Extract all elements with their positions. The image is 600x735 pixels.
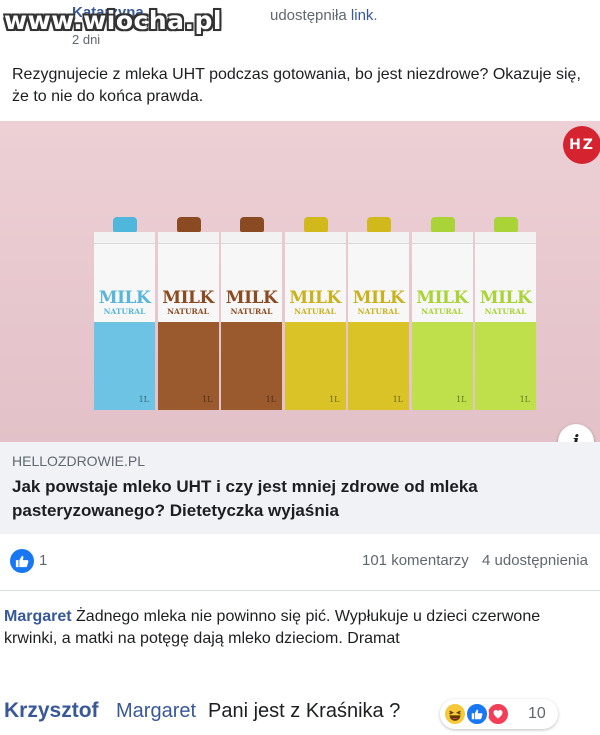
love-reaction-icon [486, 702, 510, 726]
carton-label: MILK [98, 288, 151, 308]
carton-label: MILK [225, 288, 278, 308]
milk-carton: MILK NATURAL 1L [348, 217, 409, 410]
carton-top [475, 232, 536, 244]
like-reaction-icon-small [465, 702, 489, 726]
carton-sublabel: NATURAL [357, 307, 400, 316]
carton-cap [367, 217, 391, 232]
carton-sublabel: NATURAL [167, 307, 209, 316]
carton-sublabel: NATURAL [230, 307, 273, 316]
heart-icon [493, 710, 503, 719]
carton-label: MILK [479, 288, 532, 308]
carton-volume: 1L [138, 395, 149, 404]
carton-cap [176, 217, 201, 232]
carton-sublabel: NATURAL [421, 307, 463, 316]
shared-prefix: udostępniła [270, 7, 351, 24]
carton-label: MILK [352, 288, 405, 308]
carton-top [348, 232, 409, 244]
milk-carton: MILK NATURAL 1L [221, 217, 282, 410]
link-preview-meta[interactable]: HELLOZDROWIE.PL Jak powstaje mleko UHT i… [0, 442, 600, 534]
link-domain: HELLOZDROWIE.PL [12, 453, 146, 469]
shared-link[interactable]: link [351, 7, 374, 24]
carton-volume: 1L [265, 395, 276, 404]
shared-text: udostępniła link. [270, 7, 378, 24]
carton-sublabel: NATURAL [484, 307, 527, 316]
like-count[interactable]: 1 [39, 552, 47, 569]
thumbs-up-icon [471, 709, 483, 720]
carton-volume: 1L [392, 395, 403, 404]
milk-carton: MILK NATURAL 1L [411, 217, 473, 410]
shares-count[interactable]: 4 udostępnienia [482, 552, 588, 569]
carton-top [94, 232, 155, 244]
carton-volume: 1L [202, 395, 213, 404]
milk-carton: MILK NATURAL 1L [475, 217, 536, 410]
haha-reaction-icon [443, 702, 467, 726]
carton-top [284, 232, 346, 244]
carton-label: MILK [162, 288, 214, 308]
carton-cap [494, 217, 518, 232]
post-body-text: Rezygnujecie z mleka UHT podczas gotowan… [12, 66, 581, 105]
carton-cap [240, 217, 264, 232]
reply-mention[interactable]: Margaret [116, 700, 196, 723]
thumbs-up-icon [15, 555, 29, 568]
link-preview-image[interactable]: MILK NATURAL 1L MILK NATURAL 1L MILK NATURAL 1L M… [0, 121, 600, 442]
comment-text: Żadnego mleka nie powinno się pić. Wypłu… [4, 608, 541, 647]
carton-top [221, 232, 282, 244]
reactions-bar: 1 101 komentarzy 4 udostępnienia [0, 540, 600, 580]
reply-author[interactable]: Krzysztof [4, 699, 99, 723]
shared-suffix: . [373, 7, 378, 24]
reply-reaction-count: 10 [528, 705, 546, 722]
carton-sublabel: NATURAL [103, 307, 146, 316]
carton-volume: 1L [456, 395, 467, 404]
carton-top [157, 232, 219, 244]
carton-label: MILK [416, 288, 468, 308]
site-watermark: www.wiocha.pl [4, 6, 222, 35]
post-header: Katarzyna 2 dni udostępniła link. www.wi… [0, 0, 600, 58]
carton-label: MILK [289, 288, 341, 308]
reply-comment: Krzysztof Margaret Pani jest z Kraśnika … [0, 695, 600, 735]
milk-carton: MILK NATURAL 1L [284, 217, 346, 410]
comments-count[interactable]: 101 komentarzy [362, 552, 469, 569]
carton-sublabel: NATURAL [294, 307, 336, 316]
laughing-face-icon [449, 710, 461, 721]
carton-volume: 1L [519, 395, 530, 404]
reply-reactions[interactable]: 10 [440, 699, 558, 729]
milk-carton: MILK NATURAL 1L [157, 217, 219, 410]
publisher-badge: HZ [563, 126, 600, 164]
comment-author[interactable]: Margaret [4, 608, 72, 625]
like-reaction-icon[interactable] [10, 549, 34, 573]
carton-cap [430, 217, 455, 232]
carton-top [411, 232, 473, 244]
milk-carton: MILK NATURAL 1L [94, 217, 155, 410]
carton-volume: 1L [329, 395, 340, 404]
carton-cap [113, 217, 137, 232]
divider [0, 590, 600, 591]
link-title[interactable]: Jak powstaje mleko UHT i czy jest mniej … [12, 475, 587, 523]
carton-cap [303, 217, 328, 232]
reply-text: Pani jest z Kraśnika ? [208, 700, 401, 722]
comment: Margaret Żadnego mleka nie powinno się p… [4, 606, 584, 650]
